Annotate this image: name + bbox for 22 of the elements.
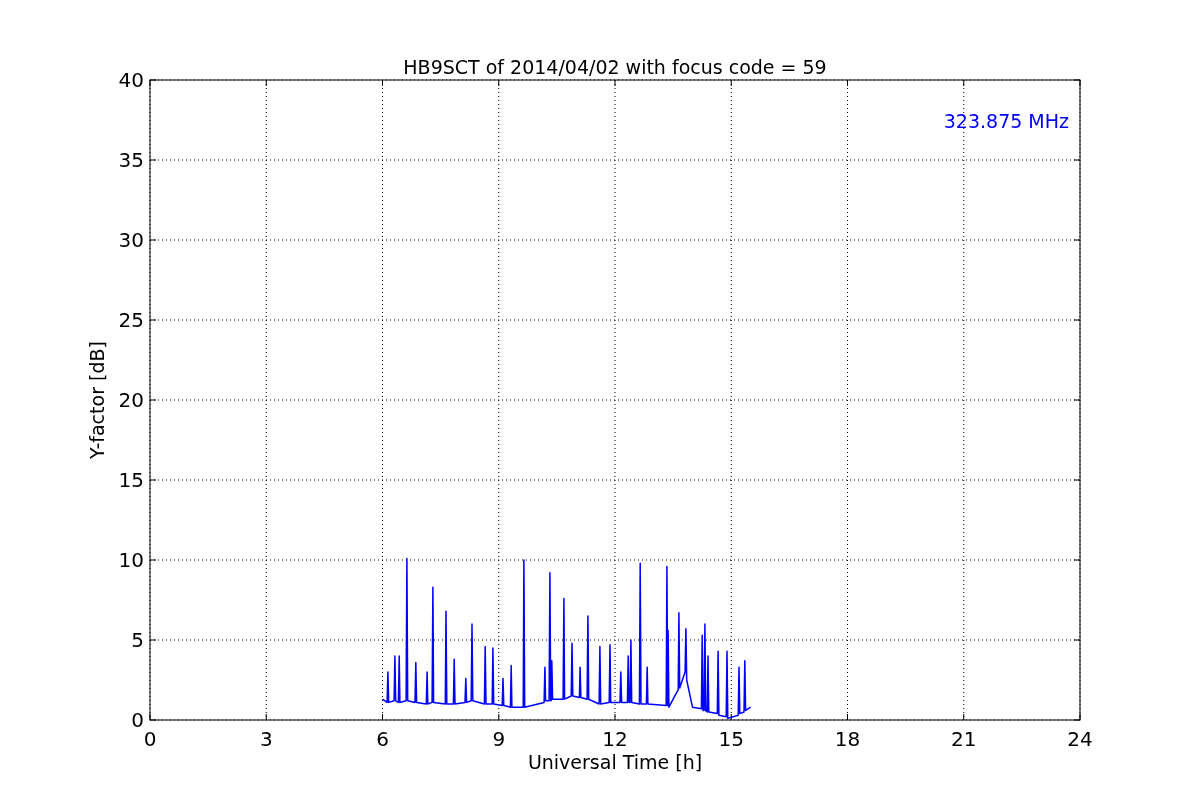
x-tick-label: 24 bbox=[1067, 727, 1093, 751]
y-axis-label: Y-factor [dB] bbox=[86, 341, 108, 459]
x-tick-label: 3 bbox=[259, 727, 273, 751]
y-tick-label: 30 bbox=[118, 228, 144, 252]
y-tick-label: 15 bbox=[118, 468, 144, 492]
chart-title: HB9SCT of 2014/04/02 with focus code = 59 bbox=[403, 56, 827, 78]
x-tick-label: 18 bbox=[834, 727, 861, 751]
y-tick-label: 40 bbox=[118, 68, 144, 92]
x-tick-label: 15 bbox=[718, 727, 744, 751]
y-tick-label: 20 bbox=[118, 388, 144, 412]
x-tick-label: 6 bbox=[376, 727, 389, 751]
y-tick-label: 0 bbox=[131, 708, 144, 732]
y-tick-label: 35 bbox=[118, 148, 144, 172]
x-tick-label: 21 bbox=[951, 727, 977, 751]
x-tick-label: 9 bbox=[492, 727, 506, 751]
x-tick-label: 12 bbox=[602, 727, 628, 751]
series-label: 323.875 MHz bbox=[943, 110, 1069, 132]
y-tick-label: 5 bbox=[131, 628, 144, 652]
x-axis-label: Universal Time [h] bbox=[527, 751, 703, 773]
y-tick-label: 25 bbox=[118, 308, 144, 332]
x-tick-label: 0 bbox=[143, 727, 157, 751]
y-tick-label: 10 bbox=[118, 548, 144, 572]
